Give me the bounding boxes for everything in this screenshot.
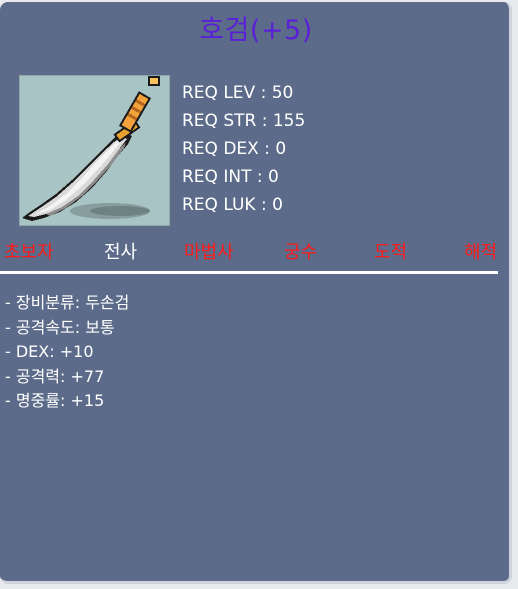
job-bowman: 궁수 (284, 242, 318, 263)
req-int: REQ INT : 0 (182, 167, 279, 187)
job-beginner: 초보자 (4, 242, 54, 263)
item-image (19, 75, 170, 226)
req-level: REQ LEV : 50 (182, 83, 294, 103)
job-thief: 도적 (374, 242, 408, 263)
req-str: REQ STR : 155 (182, 111, 306, 131)
stat-attack-speed: - 공격속도: 보통 (5, 317, 115, 337)
stat-attack: - 공격력: +77 (5, 366, 105, 386)
req-luk: REQ LUK : 0 (182, 195, 283, 215)
two-handed-sword-icon (22, 76, 160, 221)
job-magician: 마법사 (184, 242, 234, 263)
item-stats-list: - 장비분류: 두손검 - 공격속도: 보통 - DEX: +10 - 공격력:… (5, 291, 129, 414)
requirements-list: REQ LEV : 50 REQ STR : 155 REQ DEX : 0 R… (182, 79, 305, 219)
stat-dex: - DEX: +10 (5, 342, 94, 361)
item-tooltip-card: 호검(+5) REQ LEV: 50 REQ STR: 155 REQ DE… (0, 2, 512, 584)
job-pirate: 해적 (464, 242, 498, 263)
item-name: 호검(+5) (199, 15, 313, 46)
job-list: 초보자 전사 마법사 궁수 도적 해적 (0, 240, 512, 266)
req-dex: REQ DEX : 0 (182, 139, 287, 159)
stat-category: - 장비분류: 두손검 (5, 293, 130, 312)
divider (0, 271, 498, 274)
job-warrior: 전사 (104, 242, 138, 263)
stat-accuracy: - 명중률: +15 (5, 391, 105, 410)
